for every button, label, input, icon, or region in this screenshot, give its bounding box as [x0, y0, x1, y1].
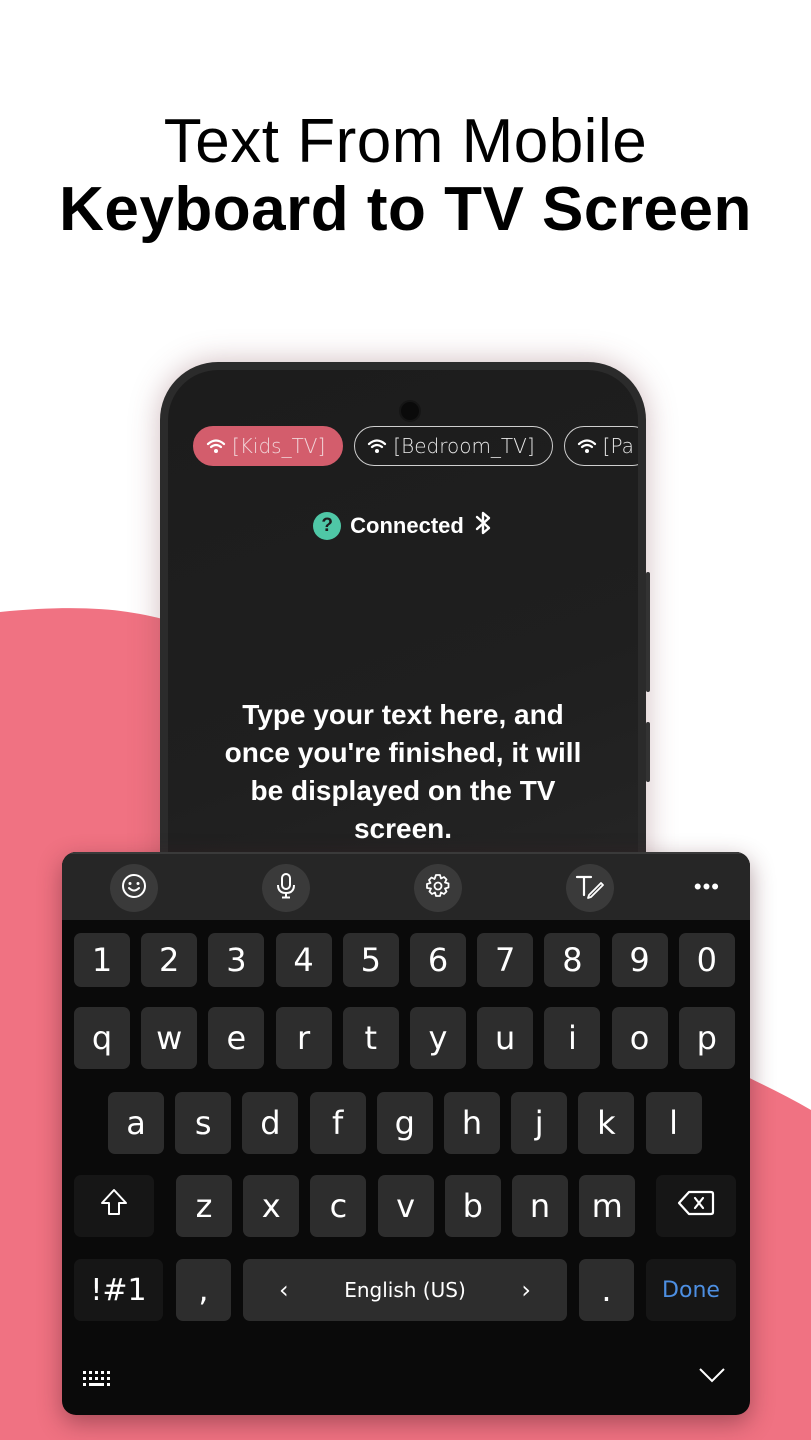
microphone-icon — [275, 872, 297, 905]
backspace-key[interactable] — [656, 1175, 736, 1237]
language-next-icon: › — [521, 1276, 531, 1304]
key-f[interactable]: f — [309, 1092, 366, 1154]
front-camera — [401, 402, 419, 420]
key-b[interactable]: b — [444, 1175, 501, 1237]
shift-icon — [98, 1186, 130, 1226]
key-3[interactable]: 3 — [208, 933, 265, 987]
emoji-button[interactable] — [110, 864, 158, 912]
handwriting-icon — [575, 873, 605, 904]
keyboard-settings-button[interactable] — [414, 864, 462, 912]
language-prev-icon: ‹ — [279, 1276, 289, 1304]
more-icon: ••• — [693, 874, 720, 899]
key-e[interactable]: e — [208, 1007, 265, 1069]
device-chip-label: [Kids_TV] — [232, 434, 326, 458]
phone-frame: [Kids_TV] [Bedroom_TV] [Pa ? Connected T… — [160, 362, 650, 922]
backspace-icon — [677, 1187, 715, 1225]
keyboard-icon — [82, 1371, 112, 1392]
phone-side-button — [646, 722, 650, 782]
key-v[interactable]: v — [377, 1175, 434, 1237]
key-s[interactable]: s — [175, 1092, 232, 1154]
key-y[interactable]: y — [410, 1007, 466, 1069]
handwriting-button[interactable] — [566, 864, 614, 912]
help-icon[interactable]: ? — [313, 511, 342, 540]
key-9[interactable]: 9 — [611, 933, 668, 987]
wifi-icon — [577, 438, 597, 454]
period-key[interactable]: . — [579, 1259, 634, 1321]
bluetooth-icon — [473, 510, 493, 541]
keyboard-switcher-button[interactable] — [82, 1370, 112, 1393]
key-l[interactable]: l — [645, 1092, 702, 1154]
space-key[interactable]: ‹ English (US) › — [243, 1259, 567, 1321]
key-a[interactable]: a — [108, 1092, 164, 1154]
hide-keyboard-button[interactable] — [698, 1366, 726, 1389]
key-k[interactable]: k — [578, 1092, 635, 1154]
key-g[interactable]: g — [376, 1092, 433, 1154]
wifi-icon — [206, 438, 226, 454]
key-h[interactable]: h — [444, 1092, 500, 1154]
key-4[interactable]: 4 — [275, 933, 332, 987]
device-chip-label: [Bedroom_TV] — [393, 434, 535, 458]
key-p[interactable]: p — [678, 1007, 735, 1069]
key-6[interactable]: 6 — [410, 933, 466, 987]
settings-icon — [425, 873, 451, 904]
device-chip-label: [Pa — [602, 434, 634, 458]
key-c[interactable]: c — [310, 1175, 367, 1237]
key-t[interactable]: t — [342, 1007, 399, 1069]
symbols-key[interactable]: !#1 — [74, 1259, 163, 1321]
key-n[interactable]: n — [512, 1175, 568, 1237]
wifi-icon — [367, 438, 387, 454]
key-7[interactable]: 7 — [477, 933, 534, 987]
key-r[interactable]: r — [275, 1007, 332, 1069]
text-input-placeholder[interactable]: Type your text here, and once you're fin… — [168, 696, 638, 848]
key-5[interactable]: 5 — [342, 933, 399, 987]
key-8[interactable]: 8 — [544, 933, 601, 987]
key-1[interactable]: 1 — [74, 933, 130, 987]
connection-status-text: Connected — [350, 512, 464, 538]
comma-key[interactable]: , — [176, 1259, 231, 1321]
headline-line-1: Text From Mobile — [163, 107, 648, 176]
key-w[interactable]: w — [141, 1007, 198, 1069]
device-chip-kids-tv[interactable]: [Kids_TV] — [193, 426, 344, 466]
headline: Text From Mobile Keyboard to TV Screen — [0, 108, 811, 244]
key-q[interactable]: q — [74, 1007, 130, 1069]
connection-status: ? Connected — [168, 510, 638, 541]
key-m[interactable]: m — [579, 1175, 636, 1237]
placeholder-text: Type your text here, and once you're fin… — [224, 699, 582, 844]
key-i[interactable]: i — [544, 1007, 601, 1069]
shift-key[interactable] — [74, 1175, 154, 1237]
device-chip-bedroom-tv[interactable]: [Bedroom_TV] — [354, 426, 553, 466]
device-chip-partial[interactable]: [Pa — [563, 426, 638, 466]
key-u[interactable]: u — [477, 1007, 534, 1069]
key-2[interactable]: 2 — [141, 933, 198, 987]
device-chip-list: [Kids_TV] [Bedroom_TV] [Pa — [193, 426, 638, 466]
more-options-button[interactable]: ••• — [694, 874, 720, 900]
language-label: English (US) — [344, 1278, 466, 1302]
key-0[interactable]: 0 — [678, 933, 735, 987]
headline-line-2: Keyboard to TV Screen — [59, 175, 752, 244]
keyboard-toolbar: ••• — [62, 852, 750, 920]
phone-side-button — [646, 572, 650, 692]
key-j[interactable]: j — [511, 1092, 568, 1154]
done-key[interactable]: Done — [646, 1259, 736, 1321]
key-x[interactable]: x — [243, 1175, 300, 1237]
voice-input-button[interactable] — [262, 864, 310, 912]
key-o[interactable]: o — [611, 1007, 668, 1069]
emoji-icon — [121, 873, 147, 904]
soft-keyboard: ••• 1234567890 qwertyuiop asdfghjkl zxcvbnm… — [62, 852, 750, 1415]
key-z[interactable]: z — [176, 1175, 232, 1237]
key-d[interactable]: d — [242, 1092, 299, 1154]
phone-screen: [Kids_TV] [Bedroom_TV] [Pa ? Connected T… — [168, 370, 638, 922]
chevron-down-icon — [698, 1368, 726, 1388]
